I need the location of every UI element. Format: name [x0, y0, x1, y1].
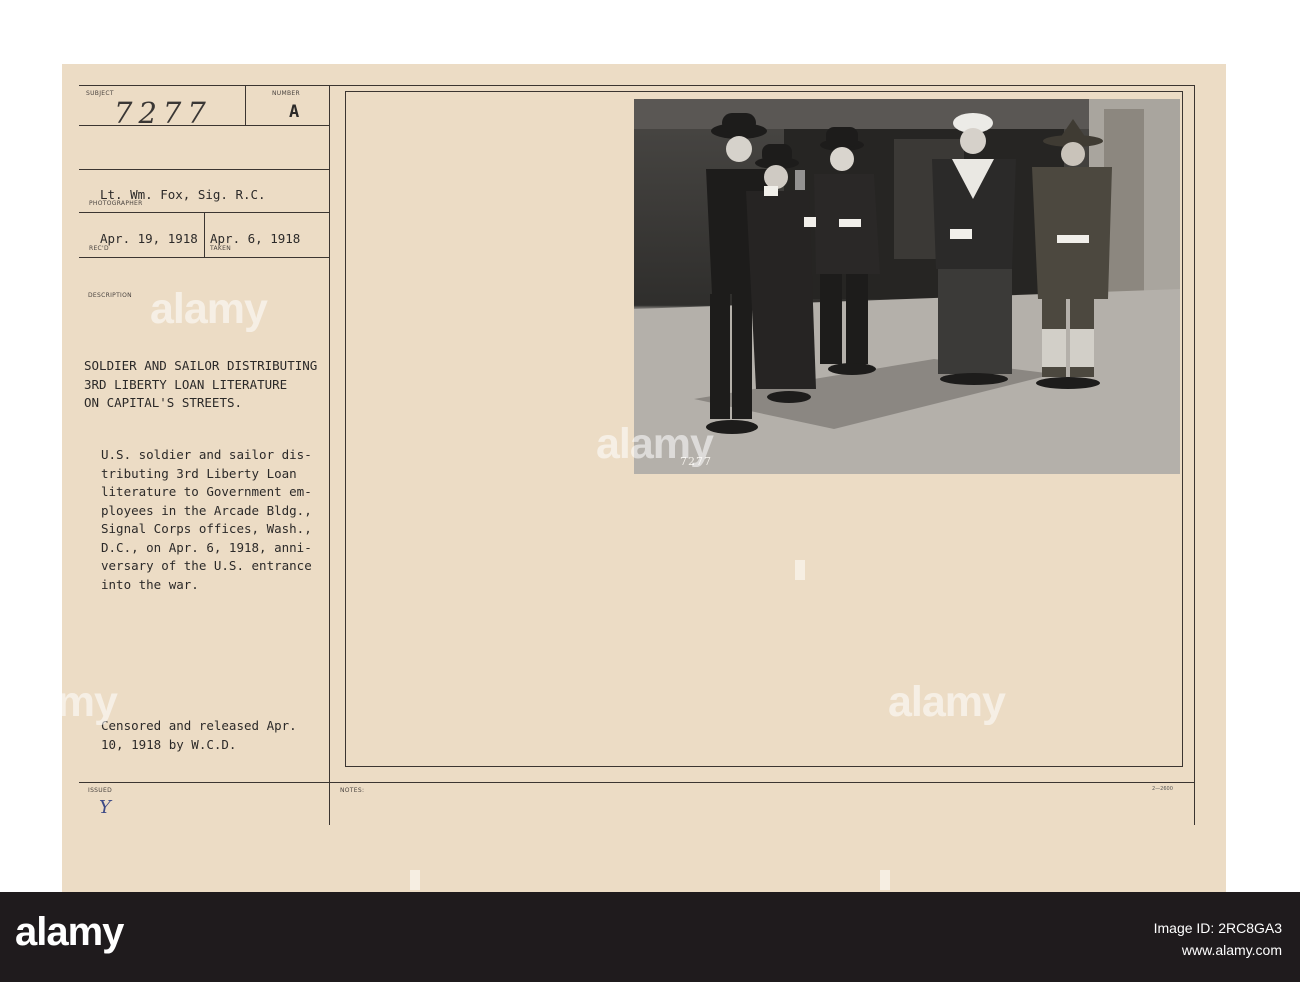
header-line [79, 169, 330, 170]
taken-date: Apr. 6, 1918 [210, 231, 301, 246]
frame-top [345, 91, 1182, 92]
footer-url: www.alamy.com [1181, 942, 1282, 958]
subject-label: SUBJECT [86, 90, 114, 97]
photographer-name: Lt. Wm. Fox, Sig. R.C. [100, 187, 266, 202]
censor-note: Censored and released Apr. 10, 1918 by W… [101, 718, 297, 752]
description-text: U.S. soldier and sailor dis- tributing 3… [101, 447, 312, 592]
footer-logo: alamy [15, 910, 124, 954]
watermark-top-left: alamy [150, 285, 268, 333]
frame-bottom [345, 766, 1183, 767]
dates-line [79, 257, 330, 258]
card-top-border [79, 85, 1194, 86]
dates-divider [204, 212, 205, 258]
footer-image-id: Image ID: 2RC8GA3 [1153, 920, 1282, 936]
watermark-middle: alamy [596, 420, 714, 468]
issued-mark: Y [99, 797, 111, 818]
watermark-bottom-left: alamy [0, 678, 118, 726]
right-card-border [1194, 85, 1195, 825]
description-label: DESCRIPTION [88, 292, 132, 299]
watermark-bottom-right: alamy [888, 678, 1006, 726]
subject-number-divider [245, 85, 246, 125]
subject-number: 7277 [114, 96, 212, 130]
received-date: Apr. 19, 1918 [100, 231, 198, 246]
photograph-scene [634, 99, 1180, 474]
form-number: 2—2600 [1152, 786, 1173, 792]
left-column-divider [329, 85, 330, 825]
notes-label: NOTES: [340, 787, 365, 794]
number-letter: A [289, 102, 300, 122]
photograph: 7277 [634, 99, 1180, 474]
frame-left [345, 91, 346, 766]
issued-label: ISSUED [88, 787, 112, 794]
notes-line [79, 782, 1194, 783]
headline: SOLDIER AND SAILOR DISTRIBUTING 3RD LIBE… [84, 358, 318, 410]
number-label: NUMBER [272, 90, 300, 97]
alamy-footer: alamy Image ID: 2RC8GA3 www.alamy.com [0, 892, 1300, 982]
frame-right [1182, 91, 1183, 766]
